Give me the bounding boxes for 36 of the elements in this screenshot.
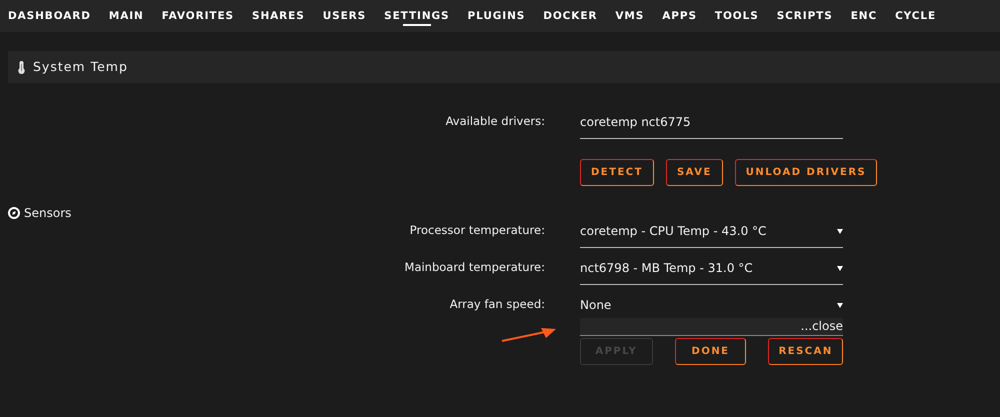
- caret-icon: [837, 228, 843, 234]
- section-heading: Sensors: [24, 205, 72, 222]
- sensor-dropdown[interactable]: None: [580, 296, 843, 318]
- sensor-dropdown[interactable]: nct6798 - MB Temp - 31.0 °C: [580, 259, 843, 285]
- action-button[interactable]: RESCAN: [768, 338, 843, 365]
- nav-tab[interactable]: SETTINGS: [375, 0, 459, 32]
- action-button[interactable]: SAVE: [666, 159, 723, 186]
- section-title: System Temp: [33, 58, 128, 76]
- compass-icon: [8, 207, 20, 219]
- nav-tab[interactable]: CYCLE: [886, 0, 946, 32]
- nav-tab[interactable]: DOCKER: [534, 0, 606, 32]
- field-label: Processor temperature:: [410, 222, 545, 239]
- field-label: Array fan speed:: [450, 296, 545, 313]
- field-label: Mainboard temperature:: [404, 259, 545, 276]
- close-link[interactable]: ...close: [580, 318, 843, 336]
- drivers-field[interactable]: coretemp nct6775: [580, 113, 843, 139]
- nav-tab[interactable]: USERS: [314, 0, 376, 32]
- nav-tab[interactable]: SCRIPTS: [768, 0, 842, 32]
- nav-tab[interactable]: ENC: [842, 0, 886, 32]
- arrow: [501, 327, 557, 343]
- nav-tab[interactable]: APPS: [653, 0, 706, 32]
- caret-icon: [837, 266, 843, 270]
- thermometer-icon: [18, 60, 25, 74]
- action-button[interactable]: UNLOAD DRIVERS: [734, 159, 878, 186]
- sensor-dropdown[interactable]: coretemp - CPU Temp - 43.0 °C: [580, 222, 843, 248]
- nav-tab[interactable]: TOOLS: [706, 0, 768, 32]
- nav-tab[interactable]: MAIN: [100, 0, 153, 32]
- action-button[interactable]: DONE: [674, 338, 746, 365]
- nav-tab[interactable]: VMS: [606, 0, 654, 32]
- nav-tab[interactable]: FAVORITES: [152, 0, 243, 32]
- nav-tab[interactable]: PLUGINS: [458, 0, 534, 32]
- action-button[interactable]: DETECT: [580, 159, 654, 186]
- field-label: Available drivers:: [446, 113, 545, 130]
- nav-tab[interactable]: DASHBOARD: [8, 0, 100, 32]
- caret-icon: [837, 302, 843, 308]
- nav-tab[interactable]: SHARES: [243, 0, 314, 32]
